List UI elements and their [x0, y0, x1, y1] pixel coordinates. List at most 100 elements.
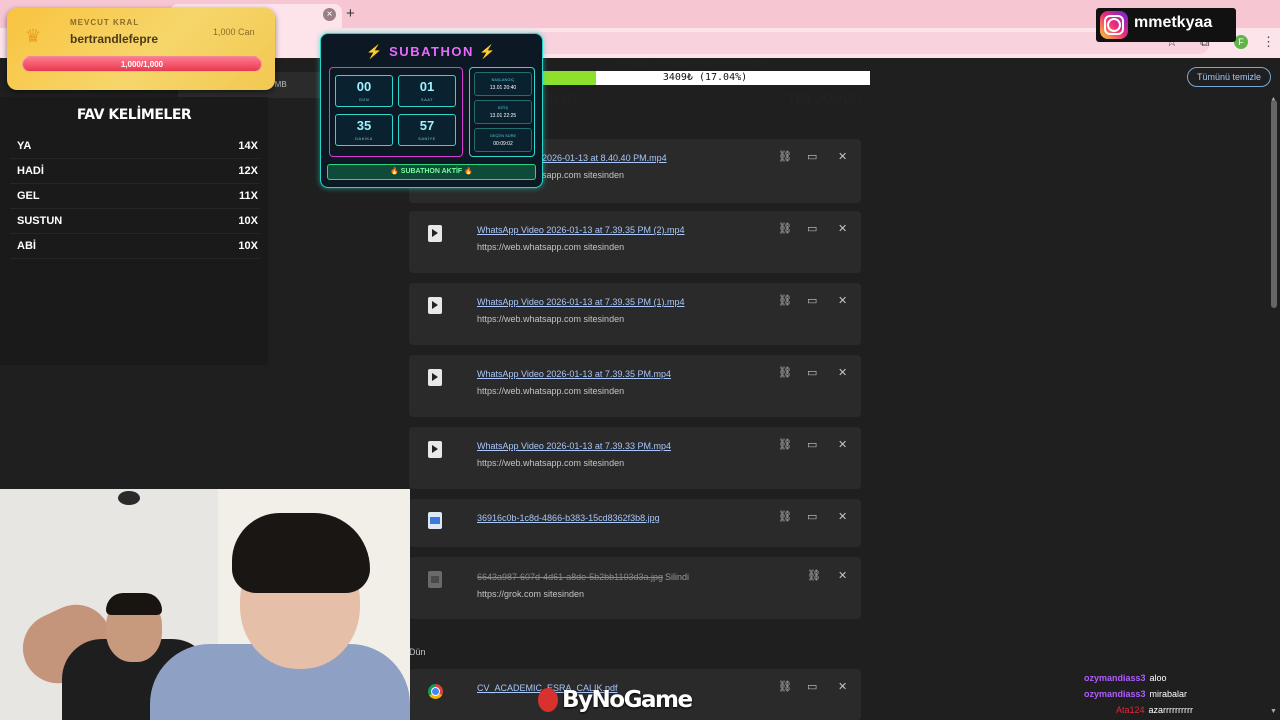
copy-link-icon[interactable]: ⛓ [807, 569, 821, 582]
remove-icon[interactable]: ✕ [838, 438, 847, 451]
webcam-lamp [118, 491, 140, 505]
chat-username: ozymandiass3 [1084, 673, 1146, 683]
instagram-badge: mmetkyaa [1096, 8, 1236, 42]
person-right-hair [232, 513, 370, 593]
download-item: 36916c0b-1c8d-4866-b383-15cd8362f3b8.jpg… [409, 499, 861, 547]
fav-word-row: YA 14X [10, 135, 260, 159]
chat-text: aloo [1149, 673, 1167, 683]
countdown-seconds: 57 SANİYE [398, 114, 456, 146]
crown-icon: ♛ [25, 26, 42, 46]
download-source: https://web.whatsapp.com sitesinden [477, 314, 625, 324]
menu-kebab-icon[interactable]: ⋮ [1262, 34, 1275, 50]
chat-text: azarrrrrrrrrr [1148, 705, 1194, 715]
download-source: https://web.whatsapp.com sitesinden [477, 242, 625, 252]
copy-link-icon[interactable]: ⛓ [778, 510, 792, 523]
download-source: https://web.whatsapp.com sitesinden [477, 458, 625, 468]
download-filename-link[interactable]: 36916c0b-1c8d-4866-b383-15cd8362f3b8.jpg [477, 513, 660, 523]
current-king-widget: ♛ MEVCUT KRAL bertrandlefepre 1,000 Can … [7, 8, 275, 90]
lightning-icon: ⚡ [478, 44, 497, 59]
remove-icon[interactable]: ✕ [838, 222, 847, 235]
goal-progress-bar: 3409₺ (17.04%) [540, 71, 870, 85]
tab-close-icon[interactable]: × [323, 8, 336, 21]
subathon-title-text: SUBATHON [389, 44, 474, 59]
folder-icon[interactable]: ▭ [807, 366, 817, 379]
instagram-icon [1100, 11, 1128, 39]
copy-link-icon[interactable]: ⛓ [778, 680, 792, 693]
download-filename-link[interactable]: WhatsApp Video 2026-01-13 at 7.39.35 PM … [477, 225, 684, 235]
download-status: Silindi [665, 572, 690, 582]
fav-word: HADİ [17, 165, 44, 177]
fav-word: GEL [17, 190, 40, 202]
download-filename: 6643a987-607d-4d61-a8de-5b2bb1103d3a.jpg [477, 572, 664, 582]
countdown-days: 00 GÜN [335, 75, 393, 107]
remove-icon[interactable]: ✕ [838, 150, 847, 163]
chat-message: ozymandiass3 aloo [1084, 670, 1274, 686]
remove-icon[interactable]: ✕ [838, 510, 847, 523]
countdown-unit: DAKİKA [355, 136, 373, 141]
info-value: 00:09:02 [493, 141, 513, 147]
person-left-hair [106, 593, 162, 615]
countdown-minutes: 35 DAKİKA [335, 114, 393, 146]
folder-icon[interactable]: ▭ [807, 294, 817, 307]
remove-icon[interactable]: ✕ [838, 366, 847, 379]
video-file-icon [428, 225, 442, 242]
chrome-file-icon [428, 684, 443, 699]
folder-icon[interactable]: ▭ [807, 222, 817, 235]
info-label: BAŞLANGIÇ [491, 77, 515, 82]
chat-message: Ata124 azarrrrrrrrrr [1084, 702, 1274, 718]
goal-title: SAÇIMI PEMBEYE BOYUYORUM [618, 58, 771, 68]
download-filename-link[interactable]: WhatsApp Video 2026-01-13 at 7.39.35 PM.… [477, 369, 671, 379]
clear-all-button[interactable]: Tümünü temizle [1187, 67, 1271, 87]
chat-username: ozymandiass3 [1084, 689, 1146, 699]
scrollbar-thumb[interactable] [1271, 100, 1277, 308]
fav-word: YA [17, 140, 32, 152]
countdown-value: 00 [356, 79, 372, 94]
download-item: 6643a987-607d-4d61-a8de-5b2bb1103d3a.jpg… [409, 557, 861, 619]
folder-icon[interactable]: ▭ [807, 680, 817, 693]
download-filename-link[interactable]: 2026-01-13 at 8.40.40 PM.mp4 [542, 153, 667, 163]
king-health-bar: 1,000/1,000 [22, 56, 262, 72]
instagram-handle: mmetkyaa [1134, 14, 1213, 31]
fav-count: 10X [238, 215, 258, 227]
subathon-info: BAŞLANGIÇ 13.01 20:40 BİTİŞ 13.01 22:25 … [469, 67, 535, 157]
info-label: GEÇEN SÜRE [489, 133, 517, 138]
fav-count: 11X [239, 190, 258, 202]
countdown-unit: GÜN [358, 97, 370, 102]
copy-link-icon[interactable]: ⛓ [778, 294, 792, 307]
subathon-countdown: 00 GÜN 01 SAAT 35 DAKİKA 57 SANİYE [329, 67, 463, 157]
profile-avatar[interactable]: F [1234, 35, 1248, 49]
king-name: bertrandlefepre [70, 32, 159, 46]
fav-word-row: HADİ 12X [10, 160, 260, 184]
copy-link-icon[interactable]: ⛓ [778, 150, 792, 163]
subathon-widget: ⚡ SUBATHON ⚡ 00 GÜN 01 SAAT 35 DAKİKA 57… [320, 33, 543, 188]
fav-word: ABİ [17, 240, 36, 252]
new-tab-icon[interactable]: + [346, 5, 355, 22]
folder-icon[interactable]: ▭ [807, 150, 817, 163]
copy-link-icon[interactable]: ⛓ [778, 222, 792, 235]
info-label: BİTİŞ [497, 105, 508, 110]
download-item: WhatsApp Video 2026-01-13 at 7.39.33 PM.… [409, 427, 861, 489]
copy-link-icon[interactable]: ⛓ [778, 366, 792, 379]
king-label: MEVCUT KRAL [70, 18, 140, 27]
subathon-status: 🔥 SUBATHON AKTİF 🔥 [327, 164, 536, 180]
goal-progress-text: 3409₺ (17.04%) [662, 72, 748, 83]
subathon-title: ⚡ SUBATHON ⚡ [321, 44, 542, 60]
fav-words-title: FAV KELİMELER [76, 107, 192, 123]
remove-icon[interactable]: ✕ [838, 680, 847, 693]
folder-icon[interactable]: ▭ [807, 438, 817, 451]
download-item: WhatsApp Video 2026-01-13 at 7.39.35 PM.… [409, 355, 861, 417]
info-value: 13.01 22:25 [489, 113, 517, 119]
date-section-label: Dün [409, 647, 426, 657]
download-source: https://grok.com sitesinden [477, 589, 585, 599]
copy-link-icon[interactable]: ⛓ [778, 438, 792, 451]
download-filename-link[interactable]: WhatsApp Video 2026-01-13 at 7.39.33 PM.… [477, 441, 671, 451]
deleted-file-icon [428, 571, 442, 588]
video-file-icon [428, 297, 442, 314]
countdown-hours: 01 SAAT [398, 75, 456, 107]
download-filename-link[interactable]: WhatsApp Video 2026-01-13 at 7.39.35 PM … [477, 297, 684, 307]
remove-icon[interactable]: ✕ [838, 294, 847, 307]
remove-icon[interactable]: ✕ [838, 569, 847, 582]
folder-icon[interactable]: ▭ [807, 510, 817, 523]
countdown-unit: SANİYE [418, 136, 436, 141]
subathon-elapsed: GEÇEN SÜRE 00:09:02 [474, 128, 532, 152]
